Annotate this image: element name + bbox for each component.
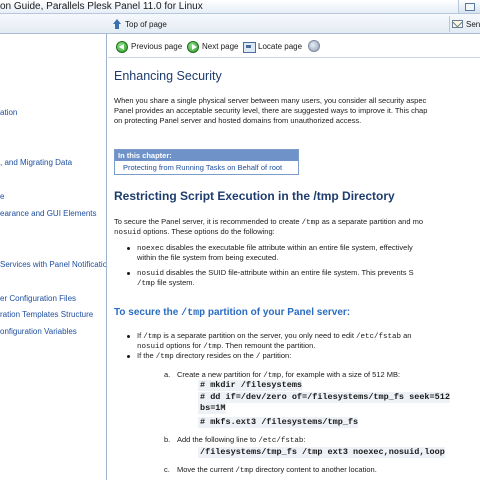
text: Move the current (177, 465, 236, 474)
locate-page-label: Locate page (258, 42, 303, 51)
code-inline: /etc/fstab (356, 333, 402, 341)
send-label: Send (466, 19, 480, 29)
code-line: bs=1M (198, 403, 226, 414)
locate-page-button[interactable]: Locate page (243, 40, 302, 53)
step-line: Move the current /tmp directory content … (177, 465, 377, 476)
page-title: Enhancing Security (114, 69, 222, 83)
code-inline: noexec (137, 245, 165, 253)
bullet-icon (127, 335, 130, 338)
restore-icon (465, 3, 475, 11)
top-of-page-button[interactable]: Top of page (112, 17, 167, 31)
code-line: # dd if=/dev/zero of=/filesystems/tmp_fs… (198, 392, 450, 403)
mail-icon (452, 20, 463, 28)
intro-line: Panel provides an acceptable security le… (114, 106, 428, 115)
toc-item[interactable]: , and Migrating Data (0, 158, 72, 167)
code-line: # mkfs.ext3 /filesystems/tmp_fs (198, 417, 359, 428)
top-of-page-label: Top of page (125, 19, 167, 29)
text: options. These options do the following: (141, 227, 275, 236)
next-page-label: Next page (202, 42, 239, 51)
option-line: /tmp file system. (137, 278, 195, 289)
chapter-box: In this chapter: Protecting from Running… (114, 149, 299, 175)
content-pane: Previous page Next page Locate page Enha… (108, 34, 480, 480)
intro-line: When you share a single physical server … (114, 96, 427, 105)
text: options for (164, 341, 204, 350)
subsection-title: To secure the /tmp partition of your Pan… (114, 307, 350, 319)
code-inline: /tmp (137, 280, 156, 288)
intro-line: on protecting Panel server and hosted do… (114, 116, 362, 125)
code-line: /filesystems/tmp_fs /tmp ext3 noexec,nos… (198, 447, 445, 458)
text: is a separate partition on the server, y… (161, 331, 356, 340)
previous-page-button[interactable]: Previous page (116, 40, 182, 53)
section-paragraph-line: nosuid options. These options do the fol… (114, 227, 275, 238)
code-inline: nosuid (114, 229, 142, 237)
text: file system. (155, 278, 195, 287)
toc-item[interactable]: e (0, 192, 4, 201)
toolbar: Top of page Send (0, 14, 480, 34)
toc-item[interactable]: earance and GUI Elements (0, 209, 97, 218)
code-inline: /tmp (143, 333, 162, 341)
chapter-heading: In this chapter: (115, 150, 298, 161)
step-line: Add the following line to /etc/fstab: (177, 435, 305, 446)
bullet-icon (127, 355, 130, 358)
toc-item[interactable]: Services with Panel Notificatio (0, 260, 106, 269)
text: directory content to another location. (253, 465, 377, 474)
toc-item[interactable]: onfiguration Variables (0, 327, 77, 336)
send-button[interactable]: Send (452, 17, 480, 31)
next-page-button[interactable]: Next page (187, 40, 238, 53)
code-inline: nosuid (137, 343, 165, 351)
text: partition: (260, 351, 292, 360)
text: , for example with a size of 512 MB: (281, 370, 401, 379)
window-titlebar: on Guide, Parallels Plesk Panel 11.0 for… (0, 0, 480, 14)
text: To secure the Panel server, it is recomm… (114, 217, 302, 226)
text: If the (137, 351, 156, 360)
page-nav: Previous page Next page Locate page (108, 34, 480, 58)
code-inline: /tmp (181, 308, 206, 319)
text: Create a new partition for (177, 370, 264, 379)
bullet-icon (127, 272, 130, 275)
help-icon[interactable] (308, 40, 320, 52)
code-line: # mkdir /filesystems (198, 380, 303, 391)
code-inline: /tmp (203, 343, 222, 351)
window-title: on Guide, Parallels Plesk Panel 11.0 for… (0, 1, 203, 12)
step-letter: c. (164, 465, 170, 474)
code-inline: /etc/fstab (258, 437, 304, 445)
bullet-icon (127, 247, 130, 250)
up-arrow-icon (112, 19, 122, 29)
toc-item[interactable]: ration Templates Structure (0, 310, 93, 319)
previous-page-label: Previous page (131, 42, 183, 51)
toc-item[interactable]: ation (0, 108, 17, 117)
code-inline: /tmp (155, 353, 174, 361)
step-line: If the /tmp directory resides on the / p… (137, 351, 291, 362)
text: . Then remount the partition. (221, 341, 316, 350)
text: Add the following line to (177, 435, 259, 444)
text: an (401, 331, 412, 340)
code-inline: /tmp (263, 372, 282, 380)
step-letter: a. (164, 370, 171, 379)
chapter-link[interactable]: Protecting from Running Tasks on Behalf … (115, 161, 298, 174)
text: directory resides on the (173, 351, 256, 360)
step-letter: b. (164, 435, 171, 444)
text: disables the executable file attribute w… (164, 243, 413, 252)
window-button[interactable] (458, 0, 480, 13)
previous-arrow-icon (116, 40, 128, 53)
toc-item[interactable]: er Configuration Files (0, 294, 76, 303)
text: : (303, 435, 306, 444)
section-title: Restricting Script Execution in the /tmp… (114, 189, 395, 203)
code-inline: /tmp (301, 219, 320, 227)
text: as a separate partition and mo (319, 217, 424, 226)
text: disables the SUID file-attribute within … (164, 268, 414, 277)
code-inline: /tmp (235, 467, 254, 475)
locate-icon (243, 41, 256, 53)
toolbar-divider (449, 16, 450, 32)
toc-pane[interactable]: ation , and Migrating Data e earance and… (0, 34, 107, 480)
text: partition of your Panel server: (205, 307, 351, 318)
option-line: within the file system from being execut… (137, 253, 279, 262)
text: To secure the (114, 307, 182, 318)
code-inline: nosuid (137, 270, 165, 278)
next-arrow-icon (187, 40, 199, 53)
